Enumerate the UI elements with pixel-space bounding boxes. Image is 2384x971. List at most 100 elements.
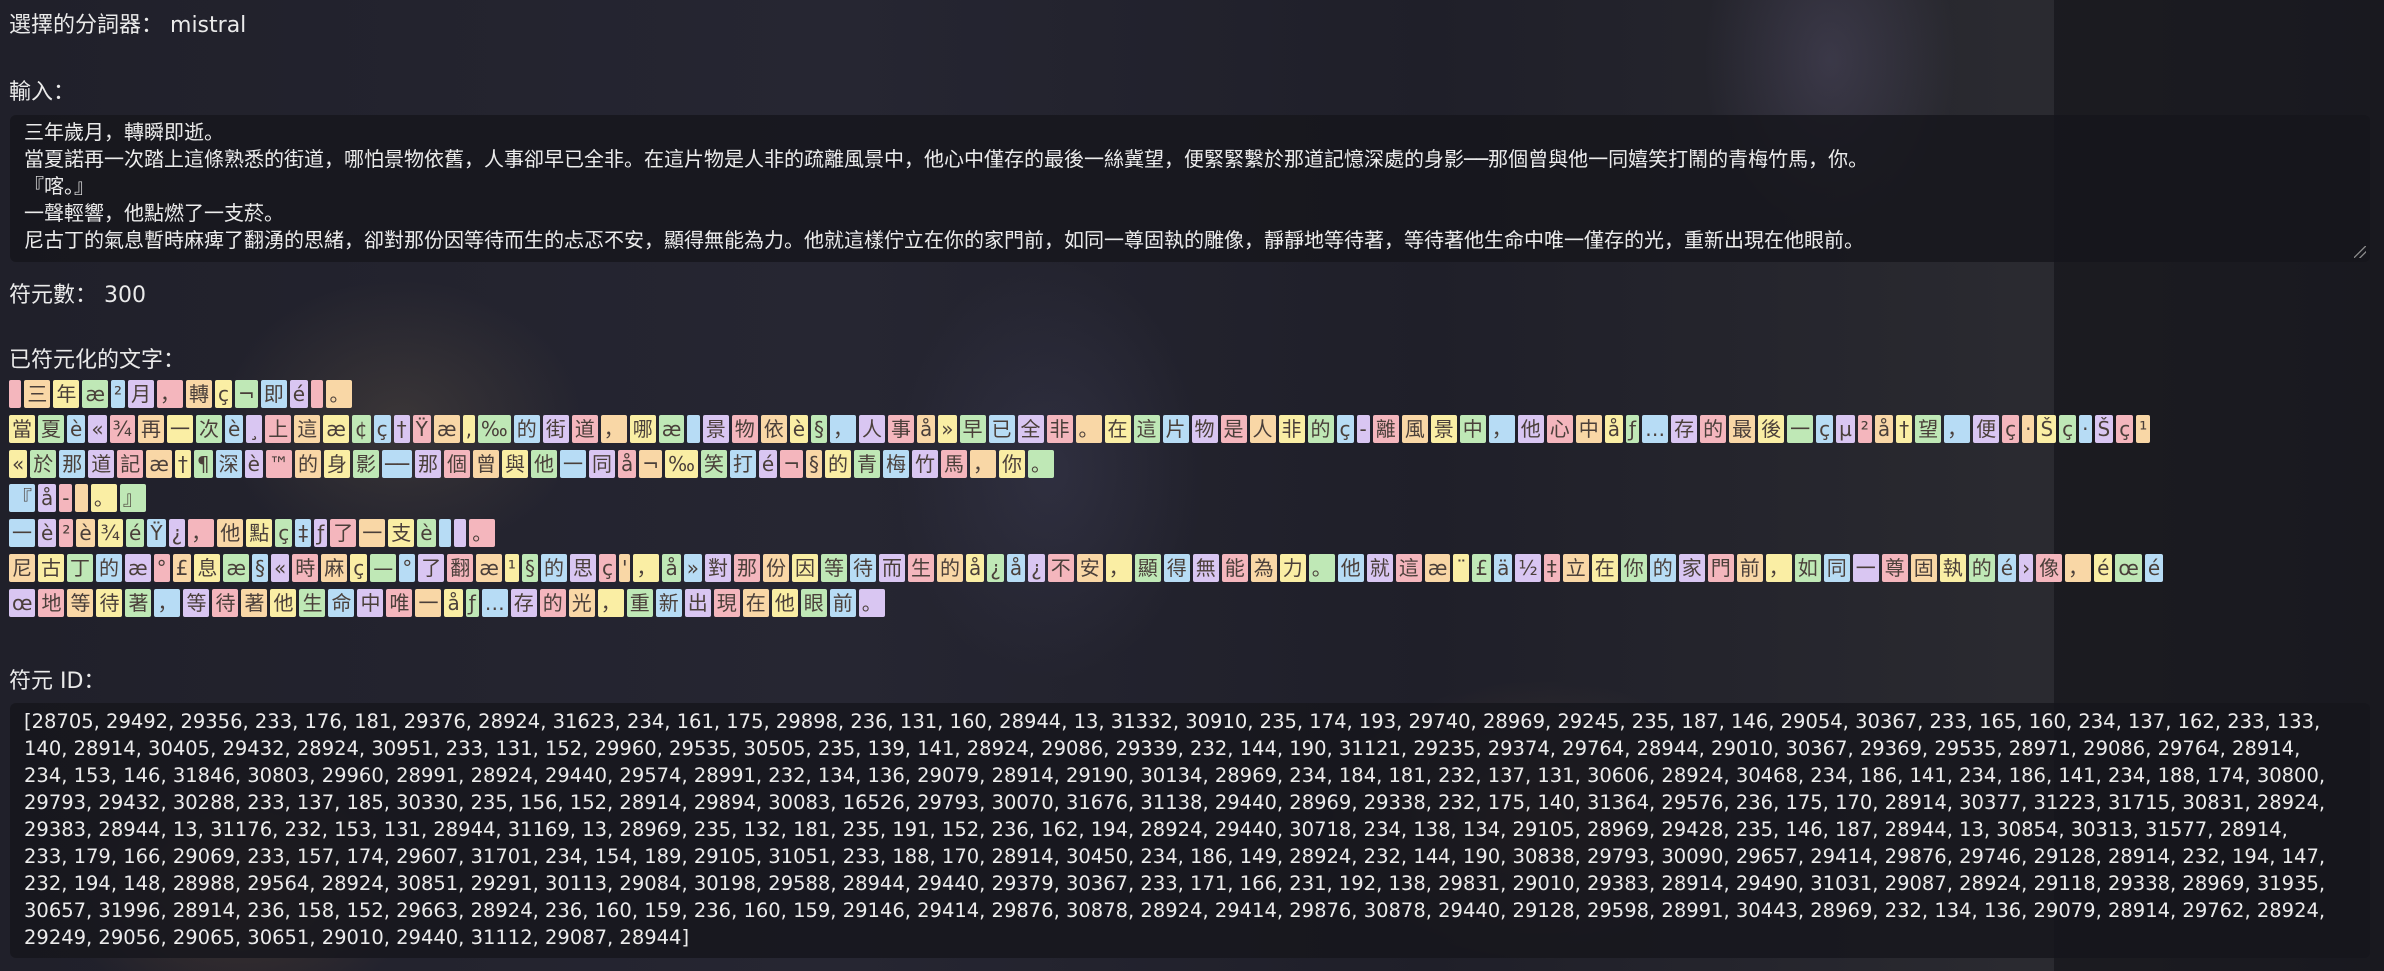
token-chip: 能 [1221, 553, 1248, 582]
token-chip: 這 [1133, 414, 1160, 443]
token-chip: £ [172, 553, 192, 582]
token-chip: 笑 [700, 449, 727, 478]
token-chip: 他 [1337, 553, 1364, 582]
token-chip: ¾ [97, 519, 124, 548]
token-ids-line: 232, 194, 148, 28988, 29564, 28924, 3085… [24, 872, 2326, 895]
selected-tokenizer-line: 選擇的分詞器： mistral [9, 7, 246, 39]
token-chip: 那 [415, 449, 442, 478]
token-chip: 依 [760, 414, 787, 443]
token-chip: è [38, 519, 57, 548]
token-chip: ‡ [1543, 553, 1560, 582]
token-chip: 存 [1671, 414, 1698, 443]
token-chip [687, 414, 700, 443]
token-chip: 風 [1401, 414, 1428, 443]
token-chip: › [2019, 553, 2034, 582]
token-chip: 非 [1278, 414, 1305, 443]
token-chip: 轉 [186, 380, 213, 408]
token-chip: 已 [988, 414, 1015, 443]
textarea-resize-handle[interactable] [2354, 246, 2366, 258]
token-chip: è [76, 519, 95, 548]
token-chip: 一 [415, 588, 442, 617]
token-chip: - [1356, 414, 1370, 443]
token-chip: 固 [1910, 553, 1937, 582]
token-chip: ¾ [109, 414, 135, 443]
token-chip: 。 [90, 484, 117, 513]
token-chip: 。 [469, 519, 496, 548]
input-label: 輸入： [9, 80, 76, 105]
token-chip: ¿ [987, 553, 1004, 582]
token-ids-box[interactable]: [28705, 29492, 29356, 233, 176, 181, 293… [10, 703, 2370, 958]
token-chip: æ [476, 553, 502, 582]
token-chip: 顯 [1134, 553, 1161, 582]
token-chip: 一 [1787, 414, 1814, 443]
token-chip: 中 [1575, 414, 1602, 443]
token-chip: 人 [859, 414, 886, 443]
token-chip: ç [2059, 414, 2077, 443]
token-chip: œ [9, 588, 36, 617]
token-chip: ² [111, 380, 126, 408]
token-chip: « [9, 449, 28, 478]
token-chip: 即 [260, 380, 287, 408]
token-chip: é [1997, 553, 2017, 582]
token-chip: ¿ [168, 519, 186, 548]
token-chip: è [224, 414, 244, 443]
token-chip: 對 [704, 553, 731, 582]
token-chip: 街 [542, 414, 569, 443]
token-chip: « [271, 553, 290, 582]
token-chip: 立 [1562, 553, 1589, 582]
token-chip: · [2079, 414, 2092, 443]
input-line: 三年歲月，轉瞬即逝。 [24, 120, 224, 144]
token-chip: 馬 [940, 449, 967, 478]
token-row: œ 地等待著，等待著他生命中唯一 å ƒ… 存的光，重新出現在他眼前。 [9, 588, 2384, 619]
token-chip: 而 [878, 553, 905, 582]
token-chip: 的 [824, 449, 851, 478]
token-chip: 個 [444, 449, 471, 478]
token-ids-label: 符元 ID： [9, 669, 106, 694]
token-chip: 身 [323, 449, 350, 478]
token-chip: å [618, 449, 637, 478]
input-textarea[interactable]: 三年歲月，轉瞬即逝。 當夏諾再一次踏上這條熟悉的街道，哪怕景物依舊，人事卻早已全… [10, 115, 2370, 262]
token-chip: 在 [742, 588, 769, 617]
token-chip: … [481, 588, 508, 617]
token-chip: 年 [53, 380, 80, 408]
token-chip: 力 [1279, 553, 1306, 582]
token-chip: 青 [853, 449, 880, 478]
token-ids-line: [28705, 29492, 29356, 233, 176, 181, 293… [24, 710, 2321, 733]
token-chip: ç [1816, 414, 1834, 443]
token-chip: é [2094, 553, 2113, 582]
token-row: 當夏 è «¾ 再一次 è ¸ 上這 æ ¢ ç † Ÿæ ‚ ‰ 的街道，哪 æ 景物依 è §，人事 å» 早已全… [9, 414, 2384, 445]
token-chip: 離 [1372, 414, 1399, 443]
token-chip: æ [82, 380, 108, 408]
token-chip: 一 [1852, 553, 1879, 582]
token-chip: œ [2115, 553, 2142, 582]
token-chip: 他 [531, 449, 558, 478]
token-chip: 早 [959, 414, 986, 443]
token-chip: 同 [1823, 553, 1850, 582]
tokenized-text-display: 三年 æ ² 月，轉 ç ¬ 即 é 。當夏 è «¾ 再一次 è ¸ 上這 æ ¢ ç † Ÿæ ‚ ‰ 的街道，哪 æ … [9, 380, 2384, 624]
token-chip: 為 [1250, 553, 1277, 582]
token-chip: ç [1336, 414, 1354, 443]
token-chip: 他 [270, 588, 297, 617]
token-chip: ç [350, 553, 368, 582]
token-chip: 像 [2036, 553, 2063, 582]
token-chip: ƒ [1626, 414, 1640, 443]
token-chip: 現 [713, 588, 740, 617]
token-chip: 非 [1046, 414, 1073, 443]
token-chip: ç [2116, 414, 2134, 443]
token-chip: 眼 [800, 588, 827, 617]
token-chip: 記 [117, 449, 144, 478]
token-chip: 的 [1307, 414, 1334, 443]
token-chip: 份 [762, 553, 789, 582]
token-chip: 一 [9, 519, 35, 548]
token-chip: è [789, 414, 809, 443]
token-chip: 命 [328, 588, 355, 617]
token-chip: ¨ [1453, 553, 1470, 582]
token-chip: — [370, 553, 397, 582]
token-chip: 的 [1700, 414, 1727, 443]
token-chip: 月 [128, 380, 155, 408]
token-chip: 物 [1191, 414, 1218, 443]
token-chip: ， [1765, 553, 1792, 582]
token-chip: ¢ [351, 414, 371, 443]
token-chip: « [88, 414, 107, 443]
token-chip: ， [154, 588, 181, 617]
